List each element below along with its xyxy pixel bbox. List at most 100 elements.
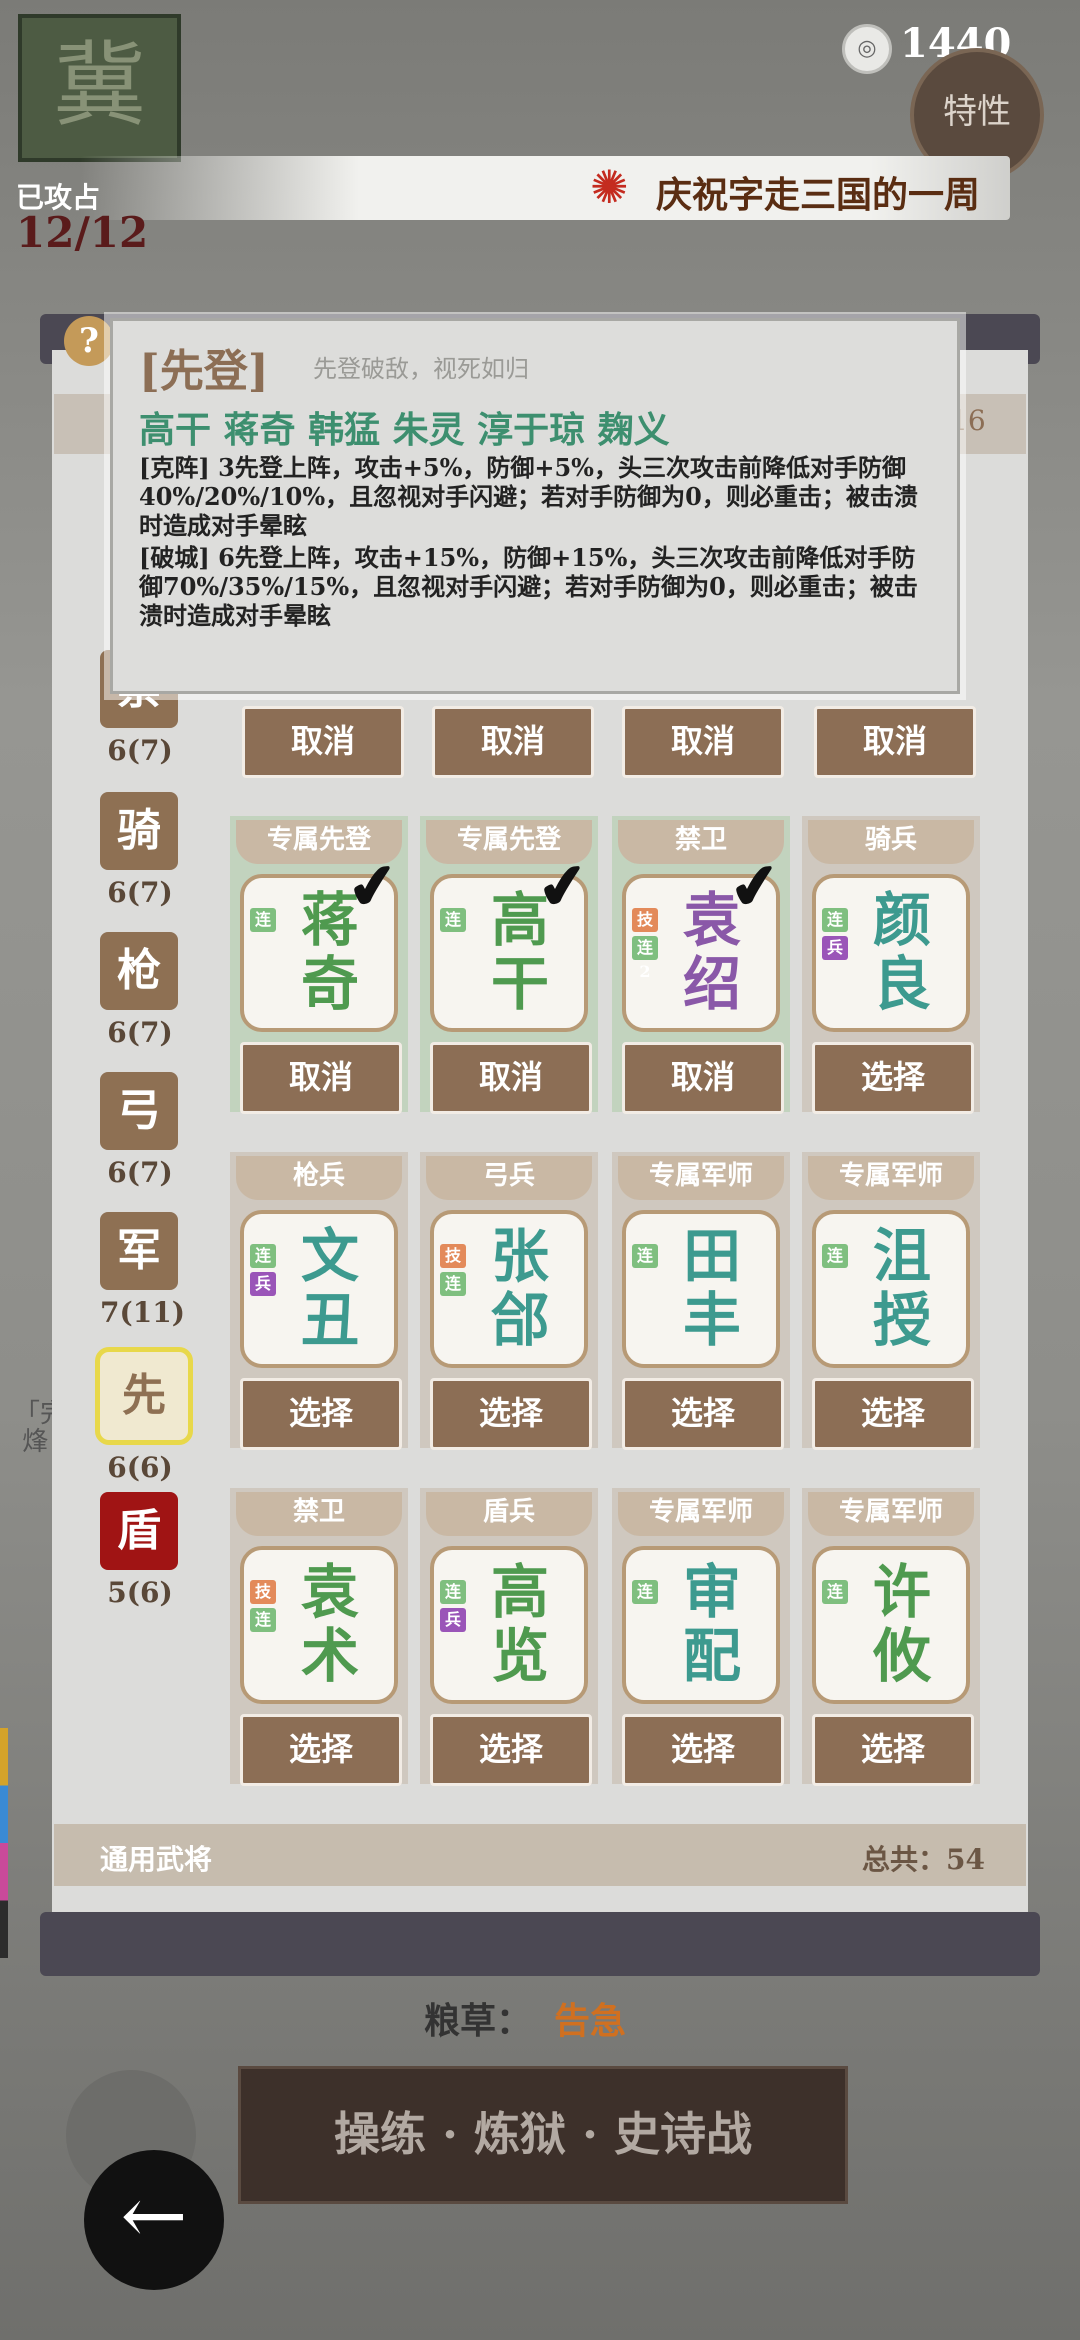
general-card[interactable]: 枪兵 连 兵 文丑 选择 bbox=[230, 1152, 408, 1450]
general-card[interactable]: 禁卫 技 连 袁术 选择 bbox=[230, 1488, 408, 1786]
general-card[interactable]: 专属军师 连 许攸 选择 bbox=[802, 1488, 980, 1786]
card-badges: 连 兵 bbox=[250, 1244, 282, 1300]
grain-label: 粮草： bbox=[424, 2000, 533, 2042]
common-generals-tab[interactable]: 通用武将 bbox=[100, 1838, 212, 1878]
tooltip-generals: 高干 蒋奇 韩猛 朱灵 淳于琼 麹义 bbox=[139, 409, 670, 451]
select-button[interactable]: 选择 bbox=[812, 1042, 974, 1114]
battle-mode-button[interactable]: 操练 · 炼狱 · 史诗战 bbox=[238, 2066, 848, 2204]
category-glyph: 枪 bbox=[100, 932, 178, 1010]
edge-tabs[interactable] bbox=[0, 1728, 8, 1958]
category-tab-bow[interactable]: 弓 6(7) bbox=[100, 1072, 180, 1189]
cancel-button[interactable]: 取消 bbox=[622, 1042, 784, 1114]
category-glyph: 盾 bbox=[100, 1492, 178, 1570]
tooltip-effect-1: [克阵] 3先登上阵，攻击+5%，防御+5%，头三次攻击前降低对手防御40%/2… bbox=[139, 453, 918, 540]
card-badges: 技 连 bbox=[250, 1580, 282, 1636]
general-card[interactable]: 专属军师 连 田丰 选择 bbox=[612, 1152, 790, 1450]
category-tab-shield[interactable]: 盾 5(6) bbox=[100, 1492, 180, 1609]
general-card[interactable]: 盾兵 连 兵 高览 选择 bbox=[420, 1488, 598, 1786]
cancel-button[interactable]: 取消 bbox=[814, 706, 976, 778]
general-name: 张郃 bbox=[490, 1222, 549, 1354]
category-glyph: 先 bbox=[95, 1347, 193, 1445]
card-face: 连 兵 高览 bbox=[430, 1546, 588, 1704]
card-tag: 专属军师 bbox=[808, 1492, 974, 1536]
chain-badge-icon: 连 bbox=[250, 1244, 276, 1268]
scroll-rod-bottom bbox=[40, 1912, 1040, 1976]
soldier-badge-icon: 兵 bbox=[822, 936, 848, 960]
select-button[interactable]: 选择 bbox=[240, 1378, 402, 1450]
category-tab-strategist[interactable]: 军 7(11) bbox=[100, 1212, 185, 1329]
grain-status: 告急 bbox=[554, 2000, 627, 2042]
general-name: 袁术 bbox=[300, 1558, 359, 1690]
category-count: 6(7) bbox=[107, 1016, 173, 1049]
card-tag: 专属军师 bbox=[618, 1156, 784, 1200]
general-name: 田丰 bbox=[682, 1222, 741, 1354]
help-icon[interactable]: ? bbox=[64, 316, 114, 366]
general-name: 颜良 bbox=[872, 886, 931, 1018]
category-glyph: 军 bbox=[100, 1212, 178, 1290]
select-button[interactable]: 选择 bbox=[622, 1714, 784, 1786]
chain-badge-icon: 连 bbox=[822, 1580, 848, 1604]
total-count: 总共：54 bbox=[862, 1843, 985, 1876]
general-card[interactable]: 骑兵 连 兵 颜良 选择 bbox=[802, 816, 980, 1114]
card-face: 连 兵 颜良 bbox=[812, 874, 970, 1032]
cancel-button[interactable]: 取消 bbox=[430, 1042, 592, 1114]
card-face: 连 许攸 bbox=[812, 1546, 970, 1704]
card-face: 连 兵 文丑 bbox=[240, 1210, 398, 1368]
card-badges: 连 bbox=[822, 1580, 854, 1608]
skill-badge-icon: 技 bbox=[632, 908, 658, 932]
chain-badge-icon: 连 bbox=[440, 1580, 466, 1604]
select-button[interactable]: 选择 bbox=[812, 1714, 974, 1786]
general-card[interactable]: 弓兵 技 连 张郃 选择 bbox=[420, 1152, 598, 1450]
category-tab-vanguard[interactable]: 先 6(6) bbox=[95, 1347, 193, 1484]
card-badges: 连 bbox=[440, 908, 472, 936]
general-name: 文丑 bbox=[300, 1222, 359, 1354]
coin-icon: ◎ bbox=[842, 24, 892, 74]
select-button[interactable]: 选择 bbox=[240, 1714, 402, 1786]
category-glyph: 弓 bbox=[100, 1072, 178, 1150]
banner-text: 庆祝字走三国的一周 bbox=[656, 174, 981, 216]
chain-badge-icon: 连 bbox=[632, 1580, 658, 1604]
select-button[interactable]: 选择 bbox=[812, 1378, 974, 1450]
card-badges: 连 bbox=[822, 1244, 854, 1272]
card-badges: 连 bbox=[632, 1244, 664, 1272]
tooltip-subtitle: 先登破敌，视死如归 bbox=[313, 355, 529, 383]
skill-badge-icon: 技 bbox=[250, 1580, 276, 1604]
chain-badge-icon: 连 bbox=[632, 1244, 658, 1268]
general-card[interactable]: 专属军师 连 沮授 选择 bbox=[802, 1152, 980, 1450]
card-tag: 骑兵 bbox=[808, 820, 974, 864]
tooltip-title: [先登] bbox=[139, 346, 269, 397]
general-card[interactable]: 专属先登 连 高干 ✔ 取消 bbox=[420, 816, 598, 1114]
cancel-button[interactable]: 取消 bbox=[622, 706, 784, 778]
card-tag: 盾兵 bbox=[426, 1492, 592, 1536]
card-face: 技 连 张郃 bbox=[430, 1210, 588, 1368]
chain-badge-icon: 连 bbox=[250, 1608, 276, 1632]
cancel-button[interactable]: 取消 bbox=[240, 1042, 402, 1114]
attacked-count: 12/12 bbox=[16, 208, 149, 257]
card-badges: 连 兵 bbox=[440, 1580, 472, 1636]
city-badge[interactable]: 冀 bbox=[18, 14, 181, 162]
card-face: 技 连 袁术 bbox=[240, 1546, 398, 1704]
chain-badge-icon: 连2 bbox=[632, 936, 658, 981]
select-button[interactable]: 选择 bbox=[622, 1378, 784, 1450]
card-tag: 枪兵 bbox=[236, 1156, 402, 1200]
tooltip-effect-2: [破城] 6先登上阵，攻击+15%，防御+15%，头三次攻击前降低对手防御70%… bbox=[139, 543, 918, 630]
category-tab-spear[interactable]: 枪 6(7) bbox=[100, 932, 180, 1049]
general-card[interactable]: 专属先登 连 蒋奇 ✔ 取消 bbox=[230, 816, 408, 1114]
general-name: 高览 bbox=[490, 1558, 549, 1690]
category-glyph: 骑 bbox=[100, 792, 178, 870]
general-name: 审配 bbox=[682, 1558, 741, 1690]
back-arrow-icon[interactable]: ← bbox=[84, 2150, 224, 2290]
skill-badge-icon: 技 bbox=[440, 1244, 466, 1268]
card-tag: 专属军师 bbox=[808, 1156, 974, 1200]
general-card[interactable]: 禁卫 技 连2 袁绍 ✔ 取消 bbox=[612, 816, 790, 1114]
cancel-button[interactable]: 取消 bbox=[432, 706, 594, 778]
cancel-button[interactable]: 取消 bbox=[242, 706, 404, 778]
select-button[interactable]: 选择 bbox=[430, 1714, 592, 1786]
general-card[interactable]: 专属军师 连 审配 选择 bbox=[612, 1488, 790, 1786]
card-tag: 禁卫 bbox=[236, 1492, 402, 1536]
select-button[interactable]: 选择 bbox=[430, 1378, 592, 1450]
card-badges: 连 bbox=[632, 1580, 664, 1608]
card-face: 连 田丰 bbox=[622, 1210, 780, 1368]
chain-badge-icon: 连 bbox=[822, 1244, 848, 1268]
category-tab-cavalry[interactable]: 骑 6(7) bbox=[100, 792, 180, 909]
